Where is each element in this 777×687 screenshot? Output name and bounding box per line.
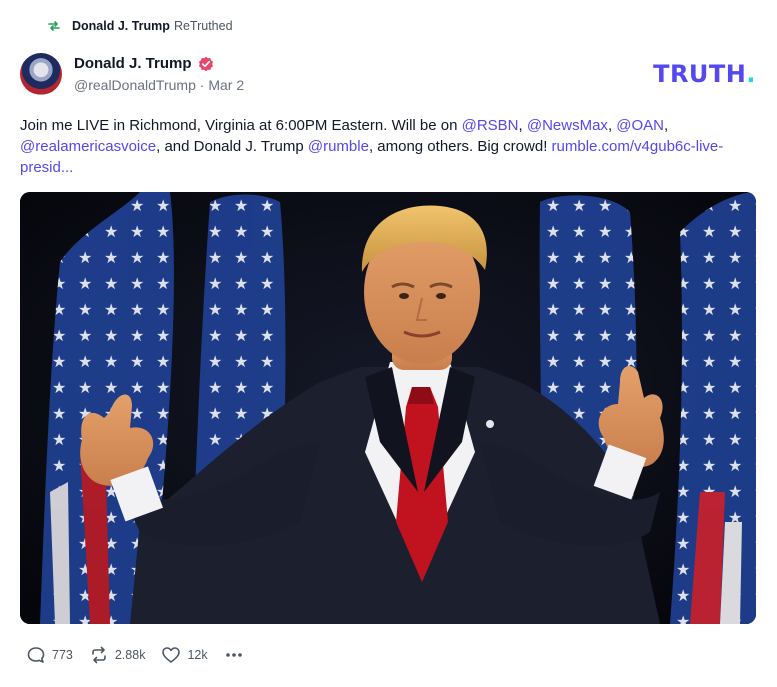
post-text: Join me LIVE in Richmond, Virginia at 6:…: [20, 115, 750, 178]
speech-bubble-icon: [27, 647, 45, 663]
logo-dot: .: [746, 60, 756, 88]
post-link[interactable]: @NewsMax: [527, 117, 608, 134]
post-date[interactable]: Mar 2: [208, 77, 244, 93]
post-actions: 773 2.88k 12k: [26, 645, 244, 665]
post-link[interactable]: @RSBN: [462, 117, 519, 134]
retruth-button[interactable]: 2.88k: [89, 645, 146, 665]
retruth-arrows-icon: [92, 646, 106, 664]
like-button[interactable]: 12k: [161, 645, 208, 665]
more-options-button[interactable]: [224, 645, 244, 665]
post-author: Donald J. Trump @realDonaldTrump · Mar 2: [74, 55, 244, 93]
retruth-label: ReTruthed: [173, 19, 233, 33]
post-link[interactable]: @OAN: [616, 117, 664, 134]
post-meta: @realDonaldTrump · Mar 2: [74, 77, 244, 93]
author-name[interactable]: Donald J. Trump: [74, 55, 192, 72]
retruth-count: 2.88k: [114, 648, 146, 662]
meta-separator: ·: [199, 77, 205, 93]
post-text-segment: ,: [518, 117, 527, 134]
logo-text: TRUTH: [653, 60, 747, 88]
retruth-header: Donald J. Trump ReTruthed: [46, 18, 233, 34]
post-image[interactable]: ★: [20, 192, 756, 624]
post-link[interactable]: @rumble: [308, 138, 369, 155]
photo-of-speaker-thumbs-up-icon: ★: [20, 192, 756, 624]
post-text-segment: Join me LIVE in Richmond, Virginia at 6:…: [20, 117, 462, 134]
truth-logo[interactable]: TRUTH.: [653, 60, 756, 88]
retruth-icon: [46, 18, 62, 34]
like-count: 12k: [187, 648, 208, 662]
verified-badge-icon: [198, 56, 214, 72]
post-link[interactable]: @realamericasvoice: [20, 138, 156, 155]
reply-button[interactable]: 773: [26, 645, 73, 665]
retruther-name[interactable]: Donald J. Trump: [72, 19, 170, 33]
heart-icon: [162, 647, 181, 663]
post-text-segment: ,: [664, 117, 669, 134]
reply-count: 773: [52, 648, 73, 662]
ellipsis-icon: [225, 653, 242, 657]
avatar[interactable]: [20, 53, 62, 95]
post-text-segment: , among others. Big crowd!: [368, 138, 552, 155]
post-text-segment: , and Donald J. Trump: [156, 138, 308, 155]
author-handle[interactable]: @realDonaldTrump: [74, 77, 196, 93]
